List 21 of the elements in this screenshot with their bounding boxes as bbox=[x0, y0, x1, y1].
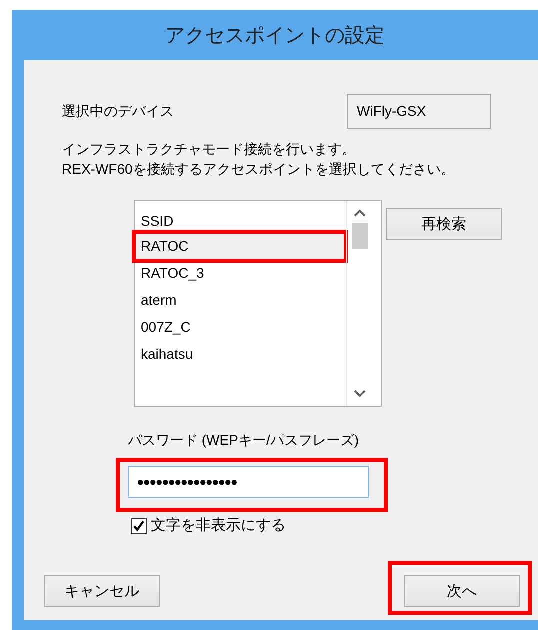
password-field[interactable]: ●●●●●●●●●●●●●●●● bbox=[128, 466, 369, 498]
window-title: アクセスポイントの設定 bbox=[164, 24, 386, 49]
list-item[interactable]: kaihatsu bbox=[135, 341, 346, 368]
scroll-up-icon[interactable] bbox=[354, 209, 366, 217]
device-label: 選択中のデバイス bbox=[62, 102, 175, 120]
next-button[interactable]: 次へ bbox=[404, 575, 520, 607]
checkbox[interactable] bbox=[131, 518, 147, 534]
checkbox-label: 文字を非表示にする bbox=[151, 516, 286, 535]
scrollbar-thumb[interactable] bbox=[352, 223, 368, 249]
list-item[interactable]: 007Z_C bbox=[135, 314, 346, 341]
scroll-down-icon[interactable] bbox=[354, 390, 366, 398]
instruction-text: インフラストラクチャモード接続を行います。 bbox=[62, 140, 356, 159]
device-field: WiFly-GSX bbox=[347, 94, 491, 129]
list-item[interactable]: RATOC_3 bbox=[135, 260, 346, 287]
instruction-text: REX-WF60を接続するアクセスポイントを選択してください。 bbox=[62, 160, 455, 179]
cancel-button[interactable]: キャンセル bbox=[44, 575, 160, 607]
password-label: パスワード (WEPキー/パスフレーズ) bbox=[128, 432, 359, 450]
column-header: SSID bbox=[140, 212, 174, 231]
list-item[interactable]: RATOC bbox=[135, 233, 346, 260]
rescan-button[interactable]: 再検索 bbox=[386, 208, 502, 240]
list-item[interactable]: aterm bbox=[135, 287, 346, 314]
